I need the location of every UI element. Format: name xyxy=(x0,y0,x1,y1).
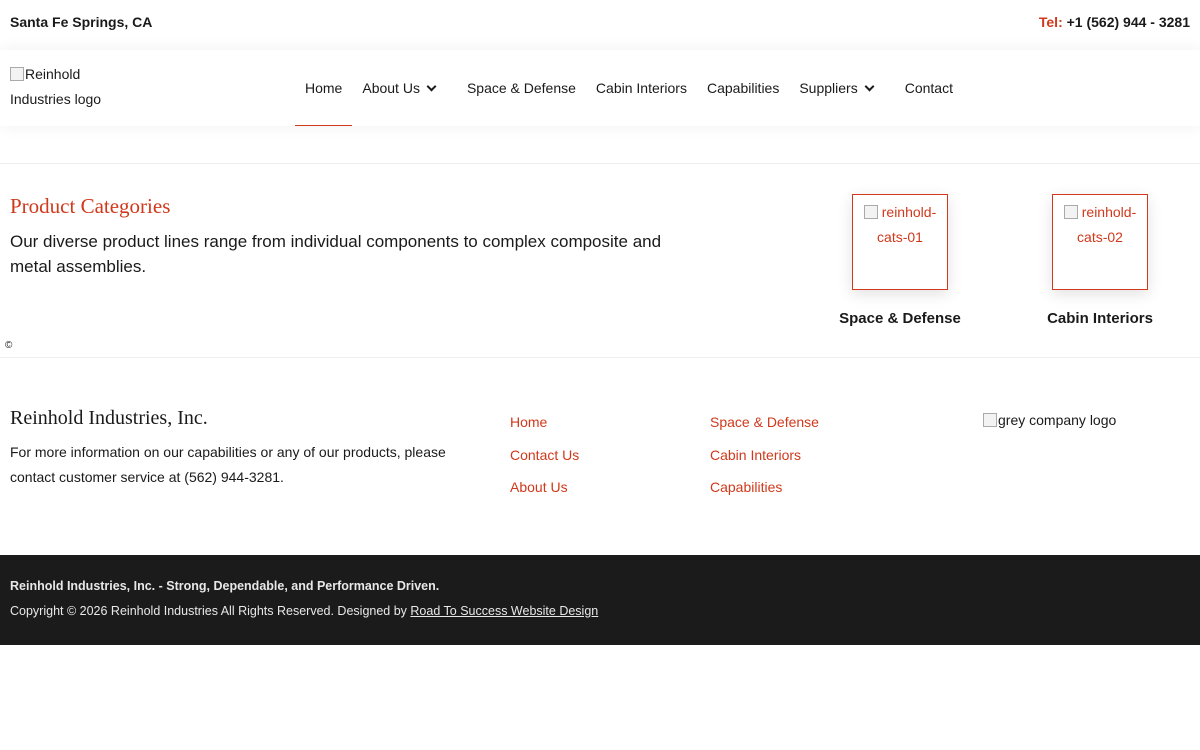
footer-link-capabilities[interactable]: Capabilities xyxy=(710,477,819,497)
broken-image-icon xyxy=(10,67,24,81)
category-card-space-defense[interactable]: reinhold-cats-01 xyxy=(852,194,948,290)
nav-label: About Us xyxy=(362,80,420,96)
nav-label: Space & Defense xyxy=(466,80,576,96)
footer-links-col-2: Space & Defense Cabin Interiors Capabili… xyxy=(710,412,819,510)
footer-logo: grey company logo xyxy=(983,408,1116,433)
location-text: Santa Fe Springs, CA xyxy=(10,14,153,30)
nav-item-suppliers[interactable]: Suppliers xyxy=(789,50,882,126)
phone-contact[interactable]: Tel: +1 (562) 944 - 3281 xyxy=(1039,14,1190,30)
footer-info-text: For more information on our capabilities… xyxy=(10,444,446,485)
broken-image-icon xyxy=(983,413,997,427)
nav-label: Cabin Interiors xyxy=(595,80,687,96)
nav-item-home[interactable]: Home xyxy=(295,50,353,126)
category-image-alt: reinhold-cats-01 xyxy=(877,204,937,245)
site-header: Reinhold Industries logo Home About Us S… xyxy=(0,50,1200,126)
top-bar: Santa Fe Springs, CA Tel: +1 (562) 944 -… xyxy=(0,0,1200,44)
nav-item-cabin-interiors[interactable]: Cabin Interiors xyxy=(586,50,697,126)
copyright-prefix: Copyright © 2026 Reinhold Industries All… xyxy=(10,604,411,618)
copyright-text: Copyright © 2026 Reinhold Industries All… xyxy=(10,604,598,618)
nav-label: Suppliers xyxy=(799,80,858,96)
category-image-alt: reinhold-cats-02 xyxy=(1077,204,1137,245)
broken-image-icon xyxy=(1063,205,1078,219)
chevron-down-icon xyxy=(864,81,875,91)
site-logo[interactable]: Reinhold Industries logo xyxy=(10,62,130,112)
categories-title: Product Categories xyxy=(10,194,171,218)
nav-item-space-defense[interactable]: Space & Defense xyxy=(457,50,586,126)
footer-link-contact-us[interactable]: Contact Us xyxy=(510,445,579,465)
footer-link-about-us[interactable]: About Us xyxy=(510,477,579,497)
footer-link-cabin-interiors[interactable]: Cabin Interiors xyxy=(710,445,819,465)
footer-link-space-defense[interactable]: Space & Defense xyxy=(710,412,819,432)
nav-label: Contact xyxy=(904,80,953,96)
section-divider xyxy=(0,163,1200,164)
main-nav: Home About Us Space & Defense Cabin Inte… xyxy=(295,50,963,126)
nav-item-contact[interactable]: Contact xyxy=(895,50,963,126)
tel-label: Tel: xyxy=(1038,14,1063,30)
category-label-space-defense[interactable]: Space & Defense xyxy=(820,310,980,327)
categories-description: Our diverse product lines range from ind… xyxy=(10,232,662,276)
nav-item-about-us[interactable]: About Us xyxy=(352,50,445,126)
copyright-symbol: © xyxy=(5,340,13,351)
designer-link[interactable]: Road To Success Website Design xyxy=(410,604,598,618)
nav-label: Capabilities xyxy=(706,80,780,96)
footer-company-name: Reinhold Industries, Inc. xyxy=(10,407,208,429)
category-label-cabin-interiors[interactable]: Cabin Interiors xyxy=(1020,310,1180,327)
nav-label: Home xyxy=(305,80,343,96)
footer-logo-alt: grey company logo xyxy=(998,412,1117,428)
footer-link-home[interactable]: Home xyxy=(510,412,579,432)
footer-links-col-1: Home Contact Us About Us xyxy=(510,412,579,510)
bottom-bar: Reinhold Industries, Inc. - Strong, Depe… xyxy=(0,555,1200,645)
nav-item-capabilities[interactable]: Capabilities xyxy=(697,50,789,126)
chevron-down-icon xyxy=(426,81,437,91)
category-card-cabin-interiors[interactable]: reinhold-cats-02 xyxy=(1052,194,1148,290)
footer-tagline: Reinhold Industries, Inc. - Strong, Depe… xyxy=(10,579,440,593)
broken-image-icon xyxy=(863,205,878,219)
tel-number[interactable]: +1 (562) 944 - 3281 xyxy=(1067,14,1190,30)
section-divider xyxy=(0,357,1200,358)
